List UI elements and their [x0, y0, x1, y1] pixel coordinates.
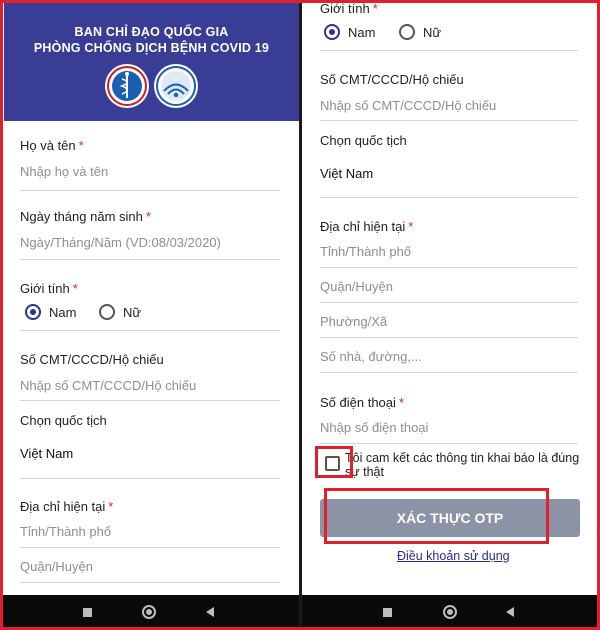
- full-name-underline: [20, 190, 280, 191]
- gender-option-female-label: Nữ: [423, 24, 442, 40]
- ward-underline: [320, 337, 578, 338]
- home-icon[interactable]: [142, 605, 156, 619]
- district-underline: [20, 582, 280, 583]
- full-name-input[interactable]: Nhập họ và tên: [20, 164, 108, 179]
- phone-label: Số điện thoại *: [320, 395, 404, 410]
- gender-label: Giới tính *: [20, 281, 78, 296]
- back-icon[interactable]: [206, 607, 214, 617]
- consent-text-line1: Tôi cam kết các thông tin khai báo là đú…: [345, 451, 580, 465]
- nationality-underline: [20, 478, 280, 479]
- otp-button-highlight: [324, 488, 549, 544]
- gender-option-female-label: Nữ: [123, 304, 142, 320]
- right-nav-bar: [302, 595, 600, 630]
- radio-checked-icon: [25, 304, 41, 320]
- gender-option-male-label: Nam: [49, 304, 77, 320]
- full-name-label: Họ và tên *: [20, 138, 84, 153]
- gender-underline: [320, 50, 578, 51]
- gender-option-male[interactable]: Nam: [324, 24, 375, 40]
- phone-input[interactable]: Nhập số điện thoại: [320, 420, 428, 435]
- right-screen: Giới tính * Nam Nữ Số CMT/CCCD/Hộ chiếu N…: [302, 0, 596, 595]
- recent-apps-icon[interactable]: [383, 608, 392, 617]
- id-number-input[interactable]: Nhập số CMT/CCCD/Hộ chiếu: [20, 378, 196, 393]
- ministry-of-health-logo: [105, 64, 149, 108]
- nationality-select[interactable]: Việt Nam: [20, 446, 73, 461]
- province-select[interactable]: Tỉnh/Thành phố: [20, 524, 111, 539]
- birth-date-underline: [20, 259, 280, 260]
- address-label: Địa chỉ hiện tại *: [20, 499, 114, 514]
- radio-unchecked-icon: [399, 24, 415, 40]
- back-icon[interactable]: [506, 607, 514, 617]
- left-screen: BAN CHỈ ĐẠO QUỐC GIA PHÒNG CHỐNG DỊCH BỆ…: [4, 0, 299, 595]
- gender-underline: [20, 330, 280, 331]
- gender-option-male[interactable]: Nam: [25, 304, 76, 320]
- district-select[interactable]: Quận/Huyện: [320, 279, 393, 294]
- street-underline: [320, 372, 578, 373]
- id-number-label: Số CMT/CCCD/Hộ chiếu: [320, 72, 464, 87]
- nationality-label: Chọn quốc tịch: [20, 413, 107, 428]
- left-nav-bar: [0, 595, 299, 630]
- district-select[interactable]: Quận/Huyện: [20, 559, 93, 574]
- terms-link[interactable]: Điều khoản sử dụng: [397, 549, 510, 563]
- ministry-of-information-logo: [154, 64, 198, 108]
- header-banner: BAN CHỈ ĐẠO QUỐC GIA PHÒNG CHỐNG DỊCH BỆ…: [4, 0, 299, 121]
- phone-underline: [320, 443, 578, 444]
- nationality-label: Chọn quốc tịch: [320, 133, 407, 148]
- recent-apps-icon[interactable]: [83, 608, 92, 617]
- birth-date-label: Ngày tháng năm sinh *: [20, 209, 151, 224]
- gender-option-female[interactable]: Nữ: [399, 24, 441, 40]
- id-number-underline: [320, 120, 578, 121]
- birth-date-input[interactable]: Ngày/Tháng/Năm (VD:08/03/2020): [20, 235, 221, 250]
- consent-text: Tôi cam kết các thông tin khai báo là đú…: [345, 451, 579, 479]
- id-number-underline: [20, 400, 280, 401]
- street-input[interactable]: Số nhà, đường,...: [320, 349, 422, 364]
- district-underline: [320, 302, 578, 303]
- header-title-line1: BAN CHỈ ĐẠO QUỐC GIA: [74, 25, 229, 39]
- radio-unchecked-icon: [99, 304, 115, 320]
- ward-select[interactable]: Phường/Xã: [320, 314, 387, 329]
- consent-text-line2: sự thật: [345, 465, 384, 479]
- header-title-line2: PHÒNG CHỐNG DỊCH BỆNH COVID 19: [33, 41, 270, 55]
- checkbox-highlight: [315, 446, 353, 478]
- id-number-input[interactable]: Nhập số CMT/CCCD/Hộ chiếu: [320, 98, 496, 113]
- province-select[interactable]: Tỉnh/Thành phố: [320, 244, 411, 259]
- radio-checked-icon: [324, 24, 340, 40]
- province-underline: [320, 267, 578, 268]
- address-label: Địa chỉ hiện tại *: [320, 219, 414, 234]
- id-number-label: Số CMT/CCCD/Hộ chiếu: [20, 352, 164, 367]
- nationality-underline: [320, 197, 578, 198]
- gender-option-female[interactable]: Nữ: [99, 304, 141, 320]
- home-icon[interactable]: [443, 605, 457, 619]
- gender-label: Giới tính *: [320, 1, 378, 16]
- nationality-select[interactable]: Việt Nam: [320, 166, 373, 181]
- province-underline: [20, 547, 280, 548]
- gender-option-male-label: Nam: [348, 24, 376, 40]
